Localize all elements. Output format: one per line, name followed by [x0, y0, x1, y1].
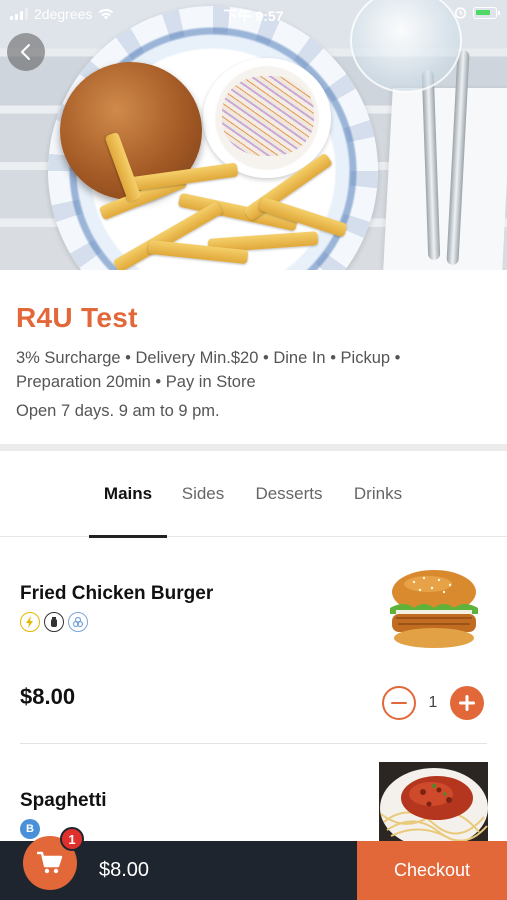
tab-mains[interactable]: Mains [89, 451, 167, 538]
quantity-stepper: 1 [382, 686, 484, 720]
recycle-icon [68, 612, 88, 632]
tab-desserts[interactable]: Desserts [246, 451, 332, 537]
details-line-1: 3% Surcharge • Delivery Min.$20 • Dine I… [16, 349, 401, 367]
salt-shaker-icon [44, 612, 64, 632]
checkout-button[interactable]: Checkout [357, 841, 507, 900]
details-line-2: Preparation 20min • Pay in Store [16, 373, 256, 391]
battery-icon [473, 6, 500, 19]
increase-button[interactable] [450, 686, 484, 720]
coleslaw-graphic [222, 76, 314, 156]
opening-hours: Open 7 days. 9 am to 9 pm. [16, 402, 220, 420]
fried-chicken-burger-image [390, 570, 478, 648]
alarm-icon [454, 7, 467, 19]
cart-total: $8.00 [99, 859, 150, 881]
chevron-left-icon [21, 44, 30, 60]
restaurant-name: R4U Test [16, 302, 138, 333]
dietary-badges [20, 612, 88, 632]
spaghetti-image [379, 762, 488, 842]
clock: 下午 9:57 [223, 8, 284, 24]
tab-drinks[interactable]: Drinks [344, 451, 412, 537]
restaurant-details: 3% Surcharge • Delivery Min.$20 • Dine I… [16, 346, 491, 394]
back-button[interactable] [7, 33, 45, 71]
item-price: $8.00 [20, 684, 76, 709]
dietary-badges: B [20, 819, 40, 839]
quantity-value: 1 [428, 694, 438, 711]
tab-sides[interactable]: Sides [172, 451, 234, 537]
shopping-cart-icon [37, 851, 63, 874]
lightning-icon [20, 612, 40, 632]
fries-graphic [88, 131, 348, 270]
restaurant-info: R4U Test 3% Surcharge • Delivery Min.$20… [0, 270, 507, 446]
item-name: Fried Chicken Burger [20, 583, 214, 604]
hero-image [0, 0, 507, 270]
item-name: Spaghetti [20, 790, 107, 811]
cart-count-badge: 1 [60, 827, 84, 851]
status-bar: 2degrees 下午 9:57 [0, 0, 507, 28]
section-divider [0, 444, 507, 451]
decrease-button[interactable] [382, 686, 416, 720]
menu-page: 2degrees 下午 9:57 R4U Test 3% Surcharge •… [0, 0, 507, 900]
category-tabs: Mains Sides Desserts Drinks [0, 451, 507, 538]
napkin-graphic [383, 88, 507, 270]
b-badge-icon: B [20, 819, 40, 839]
